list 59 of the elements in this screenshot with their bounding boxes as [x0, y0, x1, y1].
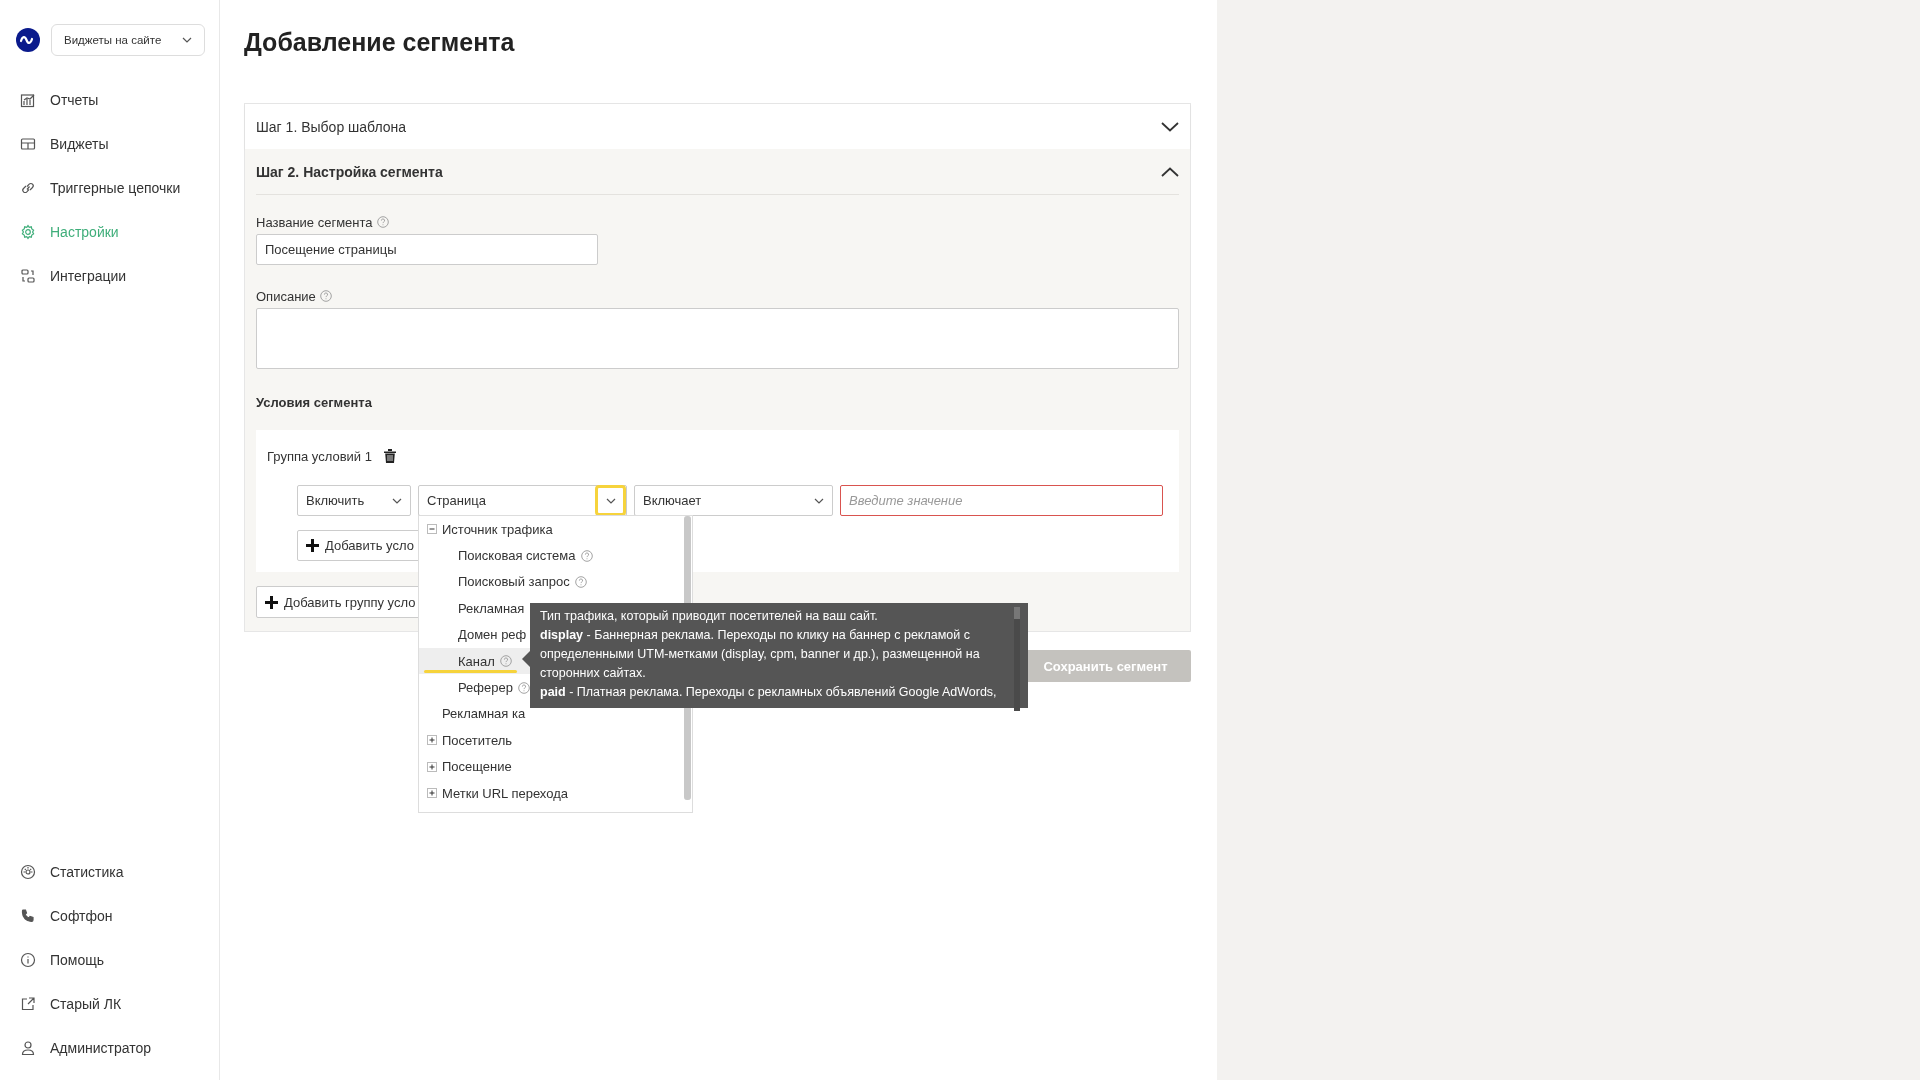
- condition-select[interactable]: Включить: [297, 485, 411, 516]
- tooltip: Тип трафика, который приводит посетителей на ваш сайт. display - Баннерная реклама. Переходы по клику на баннер с рекламой с определенными UTM-метками (display, cpm, banner и др.), размещенной на сторонних сайтах. paid - Платная реклама. Переходы с рекламных объявлений Google AdWords,: [530, 603, 1028, 708]
- tree-item[interactable]: Посетитель: [419, 727, 692, 754]
- condition-select[interactable]: Включает: [634, 485, 833, 516]
- help-icon: [574, 575, 587, 588]
- settings-icon: [20, 224, 36, 240]
- plus-icon: [306, 539, 319, 552]
- field-label: Название сегмента: [256, 214, 373, 230]
- nav-item[interactable]: Помощь: [0, 938, 219, 982]
- expand-icon[interactable]: [427, 761, 437, 772]
- nav-item[interactable]: Администратор: [0, 1026, 219, 1070]
- nav-item[interactable]: Софтфон: [0, 894, 219, 938]
- chevron-down-icon: [182, 37, 192, 43]
- nav-item[interactable]: Интеграции: [0, 254, 219, 298]
- field-select[interactable]: Страница: [418, 485, 627, 516]
- page-title: Добавление сегмента: [244, 27, 516, 58]
- chevron-down-icon: [392, 497, 402, 504]
- info-icon: [20, 952, 36, 968]
- help-icon: [517, 681, 530, 694]
- nav-item[interactable]: Статистика: [0, 850, 219, 894]
- step-header[interactable]: Шаг 1. Выбор шаблона: [245, 104, 1190, 149]
- name-field[interactable]: Посещение страницы: [256, 234, 598, 265]
- help-icon: [376, 216, 389, 228]
- field-label: Описание: [256, 288, 316, 304]
- chevron-down-icon: [1161, 121, 1179, 132]
- expand-icon[interactable]: [427, 735, 437, 746]
- collapse-icon[interactable]: [427, 524, 437, 535]
- sync-icon: [20, 268, 36, 284]
- link-icon: [20, 180, 36, 196]
- help-icon: [319, 290, 332, 302]
- tree-item[interactable]: Посещение: [419, 753, 692, 780]
- help-icon: [580, 549, 593, 562]
- step-header[interactable]: Шаг 2. Настройка сегмента: [245, 149, 1190, 194]
- section-title: Условия сегмента: [256, 395, 373, 411]
- expand-icon[interactable]: [427, 788, 437, 799]
- scrollbar[interactable]: [1014, 607, 1020, 711]
- phone-icon: [20, 908, 36, 924]
- widget-icon: [20, 136, 36, 152]
- group-title: Группа условий 1: [267, 448, 372, 464]
- nav-item[interactable]: Триггерные цепочки: [0, 166, 219, 210]
- chart-icon: [20, 92, 36, 108]
- chevron-down-icon: [814, 497, 824, 504]
- plus-icon: [265, 595, 278, 609]
- external-link-icon: [20, 996, 36, 1012]
- account-select[interactable]: Виджеты на сайте: [51, 24, 205, 56]
- tree-item[interactable]: Метки URL перехода: [419, 779, 692, 807]
- chevron-up-icon: [1161, 166, 1179, 177]
- nav-item[interactable]: Старый ЛК: [0, 982, 219, 1026]
- trash-icon[interactable]: [383, 449, 396, 463]
- gauge-icon: [20, 864, 36, 880]
- logo-icon: [16, 28, 40, 52]
- value-field[interactable]: Введите значение: [840, 485, 1163, 516]
- chevron-down-icon: [605, 497, 616, 504]
- nav-item[interactable]: Виджеты: [0, 122, 219, 166]
- user-icon: [20, 1040, 36, 1056]
- nav-item[interactable]: Отчеты: [0, 78, 219, 122]
- dropdown-toggle[interactable]: [595, 485, 626, 516]
- help-icon: [499, 655, 512, 668]
- description-field[interactable]: [256, 308, 1179, 369]
